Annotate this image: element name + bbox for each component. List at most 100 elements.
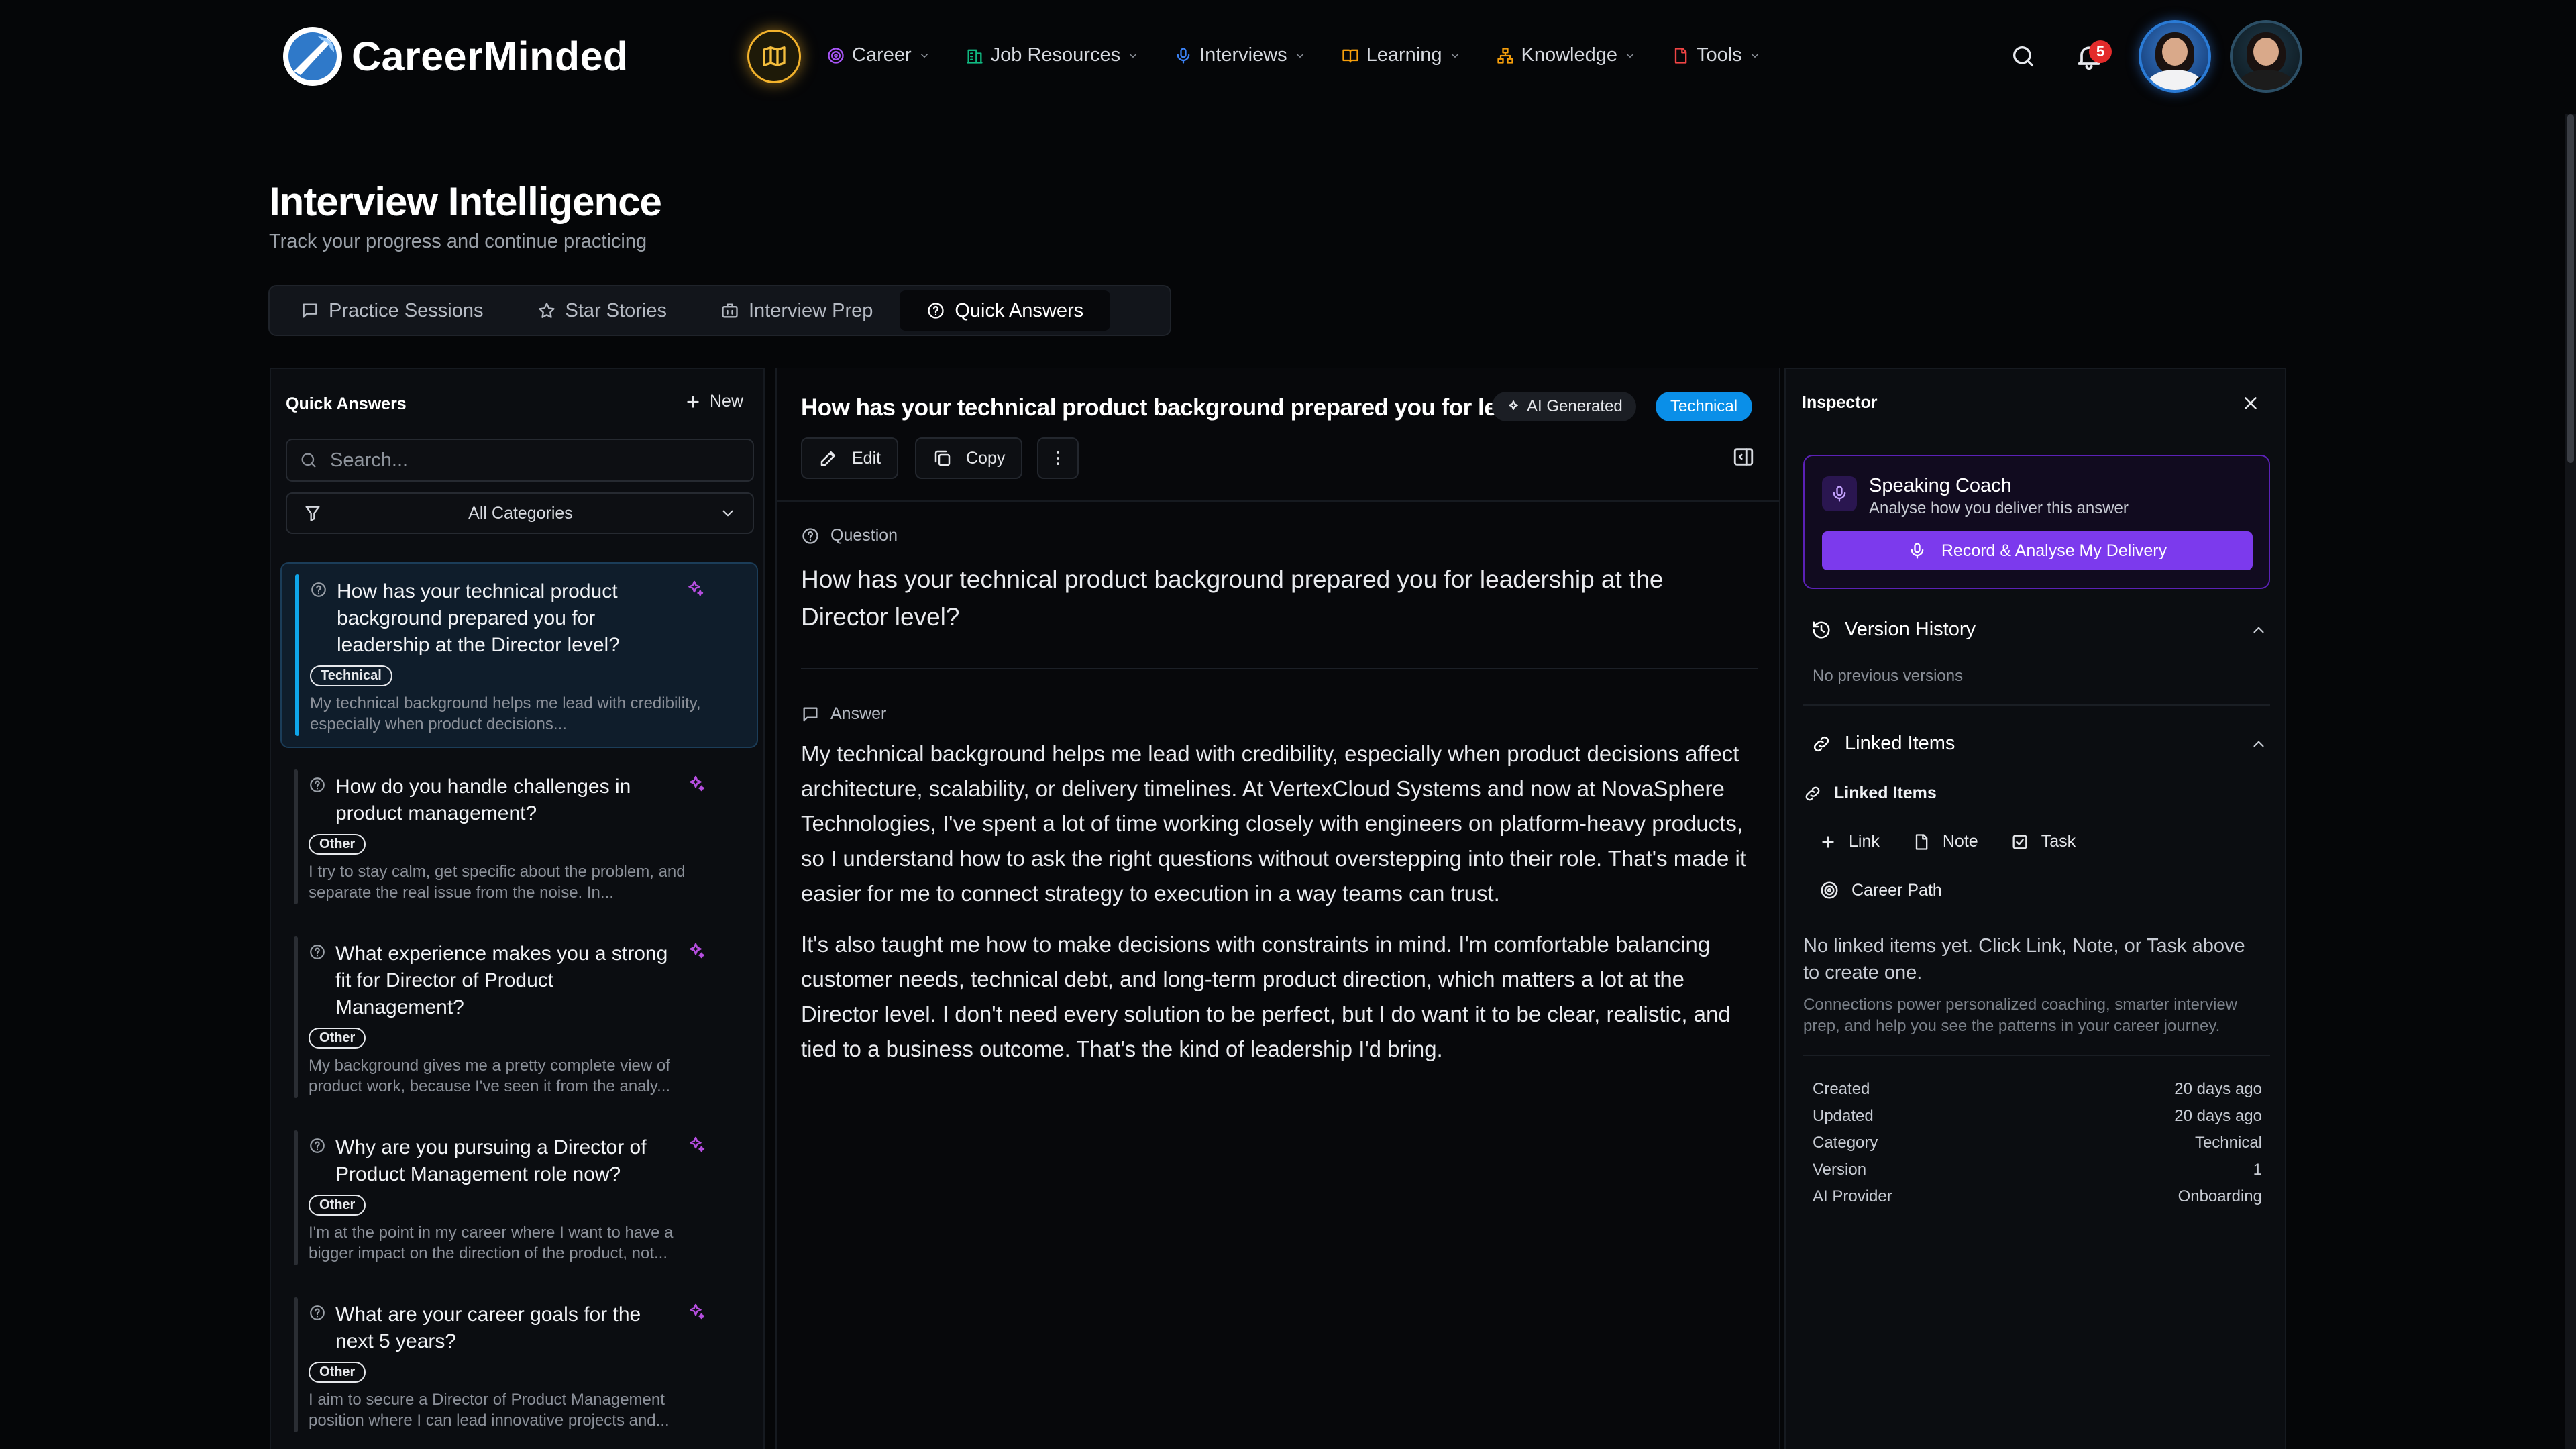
link-icon bbox=[1805, 786, 1820, 800]
chevron-up-icon bbox=[2253, 741, 2264, 747]
sparkles-icon bbox=[690, 1303, 705, 1320]
question-text: How has your technical product backgroun… bbox=[801, 566, 1664, 631]
help-circle-icon bbox=[310, 945, 325, 959]
nav-knowledge-label: Knowledge bbox=[1521, 44, 1618, 66]
file-icon bbox=[1674, 47, 1687, 64]
nav-job-resources[interactable]: Job Resources bbox=[965, 44, 1139, 66]
nav-tools[interactable]: Tools bbox=[1671, 44, 1761, 66]
answer-section-label: Answer bbox=[801, 704, 886, 724]
list-item-question: How do you handle challenges in product … bbox=[335, 775, 631, 824]
linked-items-title: Linked Items bbox=[1845, 733, 1955, 754]
list-item[interactable]: How has your technical product backgroun… bbox=[280, 562, 758, 748]
edit-button[interactable]: Edit bbox=[801, 437, 899, 479]
question-section-label: Question bbox=[801, 526, 898, 545]
chat-icon bbox=[303, 303, 317, 318]
tab-interview-prep[interactable]: Interview Prep bbox=[694, 290, 900, 331]
new-button-label: New bbox=[709, 392, 743, 411]
link-label: Link bbox=[1849, 832, 1880, 851]
page-scrollbar[interactable] bbox=[2565, 114, 2576, 1449]
help-circle-icon bbox=[310, 777, 325, 792]
list-item-preview: I aim to secure a Director of Product Ma… bbox=[309, 1391, 669, 1430]
nav-knowledge[interactable]: Knowledge bbox=[1496, 44, 1637, 66]
meta-key: Version bbox=[1813, 1161, 1867, 1179]
record-analyse-button[interactable]: Record & Analyse My Delivery bbox=[1822, 531, 2253, 570]
list-item[interactable]: What experience makes you a strong fit f… bbox=[280, 926, 758, 1109]
avatar-face-shape bbox=[2253, 38, 2279, 66]
meta-key: AI Provider bbox=[1813, 1187, 1892, 1205]
ai-generated-badge: AI Generated bbox=[1492, 392, 1636, 421]
nav-interviews[interactable]: Interviews bbox=[1174, 44, 1306, 66]
chevron-down-icon bbox=[1751, 53, 1758, 58]
close-inspector-button[interactable] bbox=[2241, 393, 2261, 413]
user-avatar[interactable] bbox=[2139, 20, 2211, 93]
note-icon bbox=[1915, 833, 1928, 850]
toolbar-divider bbox=[777, 500, 1779, 502]
search-box bbox=[286, 439, 754, 482]
search-button[interactable] bbox=[2000, 34, 2046, 79]
category-filter-select[interactable]: All Categories bbox=[286, 492, 754, 534]
chevron-down-icon bbox=[1296, 53, 1303, 58]
scrollbar-thumb[interactable] bbox=[2567, 114, 2574, 463]
linked-items-subheading: Linked Items bbox=[1803, 784, 1937, 803]
edit-label: Edit bbox=[852, 448, 881, 468]
linked-items-toggle[interactable]: Linked Items bbox=[1811, 733, 2267, 755]
list-title: Quick Answers bbox=[286, 394, 407, 413]
version-history-toggle[interactable]: Version History bbox=[1811, 619, 2267, 641]
version-history-empty: No previous versions bbox=[1813, 667, 1963, 686]
list-item[interactable]: How do you handle challenges in product … bbox=[280, 759, 758, 915]
search-input[interactable] bbox=[330, 449, 733, 472]
nav-career[interactable]: Career bbox=[826, 44, 930, 66]
filter-icon bbox=[305, 506, 320, 521]
more-vertical-icon bbox=[1057, 451, 1059, 466]
question-label: Question bbox=[830, 526, 898, 545]
add-link-button[interactable]: Link bbox=[1819, 832, 1880, 851]
header-actions: 5 bbox=[2000, 20, 2302, 93]
brand[interactable]: CareerMinded bbox=[280, 24, 629, 89]
answer-paragraph: My technical background helps me lead wi… bbox=[801, 741, 1746, 906]
quick-answers-list: How has your technical product backgroun… bbox=[280, 562, 758, 1449]
sparkles-icon bbox=[690, 943, 705, 959]
list-item-question: Why are you pursuing a Director of Produ… bbox=[335, 1136, 647, 1185]
add-career-path-button[interactable]: Career Path bbox=[1819, 880, 1942, 900]
inspector-panel: Inspector Speaking Coach Analyse how you… bbox=[1784, 368, 2286, 1449]
brand-name: CareerMinded bbox=[352, 34, 629, 79]
list-item-preview: My background gives me a pretty complete… bbox=[309, 1057, 671, 1095]
more-options-button[interactable] bbox=[1037, 437, 1079, 479]
copy-label: Copy bbox=[966, 448, 1006, 468]
copy-button[interactable]: Copy bbox=[915, 437, 1023, 479]
notifications-button[interactable]: 5 bbox=[2066, 34, 2112, 79]
list-item[interactable]: Why are you pursuing a Director of Produ… bbox=[280, 1120, 758, 1276]
list-item-question: What are your career goals for the next … bbox=[335, 1303, 641, 1352]
tab-practice-sessions[interactable]: Practice Sessions bbox=[274, 290, 511, 331]
answer-title: How has your technical product backgroun… bbox=[801, 394, 1515, 421]
target-icon bbox=[828, 47, 844, 64]
chevron-down-icon bbox=[722, 510, 733, 517]
panel-right-icon bbox=[1733, 448, 1754, 466]
chevron-down-icon bbox=[920, 53, 928, 58]
add-task-button[interactable]: Task bbox=[2010, 832, 2076, 851]
meta-divider bbox=[1803, 1055, 2270, 1056]
avatar-body-shape bbox=[2239, 70, 2294, 90]
coach-avatar[interactable] bbox=[2230, 20, 2302, 93]
avatar-body-shape bbox=[2147, 70, 2202, 90]
nav-interviews-label: Interviews bbox=[1199, 44, 1287, 66]
book-icon bbox=[1342, 49, 1358, 63]
meta-key: Category bbox=[1813, 1134, 1878, 1152]
new-answer-button[interactable]: New bbox=[684, 392, 743, 411]
roadmap-button[interactable] bbox=[747, 30, 801, 83]
answer-label: Answer bbox=[830, 704, 887, 723]
toggle-inspector-button[interactable] bbox=[1732, 445, 1755, 468]
tab-star-stories[interactable]: Star Stories bbox=[511, 290, 694, 331]
help-circle-icon bbox=[928, 303, 945, 319]
list-item[interactable]: What are your career goals for the next … bbox=[280, 1287, 758, 1443]
add-note-button[interactable]: Note bbox=[1912, 832, 1978, 851]
nav-learning[interactable]: Learning bbox=[1341, 44, 1461, 66]
version-history-title: Version History bbox=[1845, 619, 1976, 640]
network-icon bbox=[1497, 47, 1513, 64]
nav-job-resources-label: Job Resources bbox=[990, 44, 1121, 66]
tab-quick-answers[interactable]: Quick Answers bbox=[900, 290, 1111, 331]
coach-mic-icon-box bbox=[1822, 476, 1857, 511]
chevron-down-icon bbox=[1129, 53, 1137, 58]
meta-value: 20 days ago bbox=[2174, 1080, 2262, 1098]
copy-icon bbox=[934, 450, 951, 466]
